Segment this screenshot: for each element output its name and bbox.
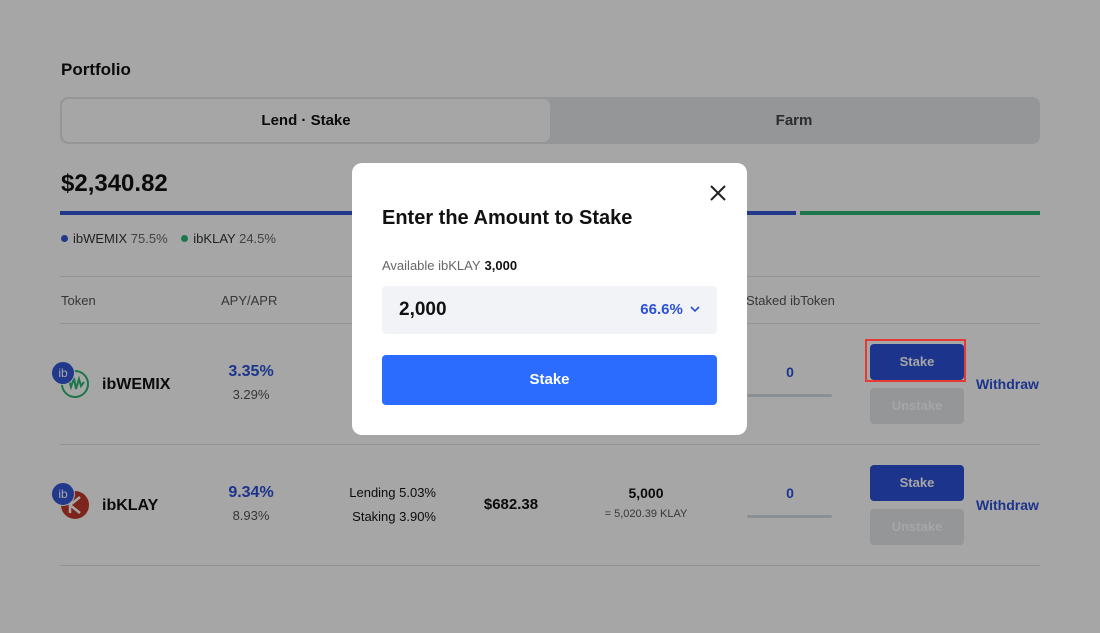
available-label: Available ibKLAY xyxy=(382,258,481,273)
stake-modal: Enter the Amount to Stake Available ibKL… xyxy=(352,163,747,435)
highlight-box xyxy=(865,339,966,382)
stake-submit-button[interactable]: Stake xyxy=(382,355,717,405)
percent-value: 66.6% xyxy=(640,301,683,318)
amount-input[interactable]: 2,000 66.6% xyxy=(382,286,717,334)
available-balance: Available ibKLAY 3,000 xyxy=(382,258,517,273)
chevron-down-icon xyxy=(690,306,700,313)
modal-title: Enter the Amount to Stake xyxy=(382,207,633,229)
close-icon[interactable] xyxy=(706,181,730,205)
available-amount: 3,000 xyxy=(484,258,518,273)
amount-value[interactable]: 2,000 xyxy=(399,299,447,321)
percent-dropdown[interactable]: 66.6% xyxy=(640,301,700,318)
